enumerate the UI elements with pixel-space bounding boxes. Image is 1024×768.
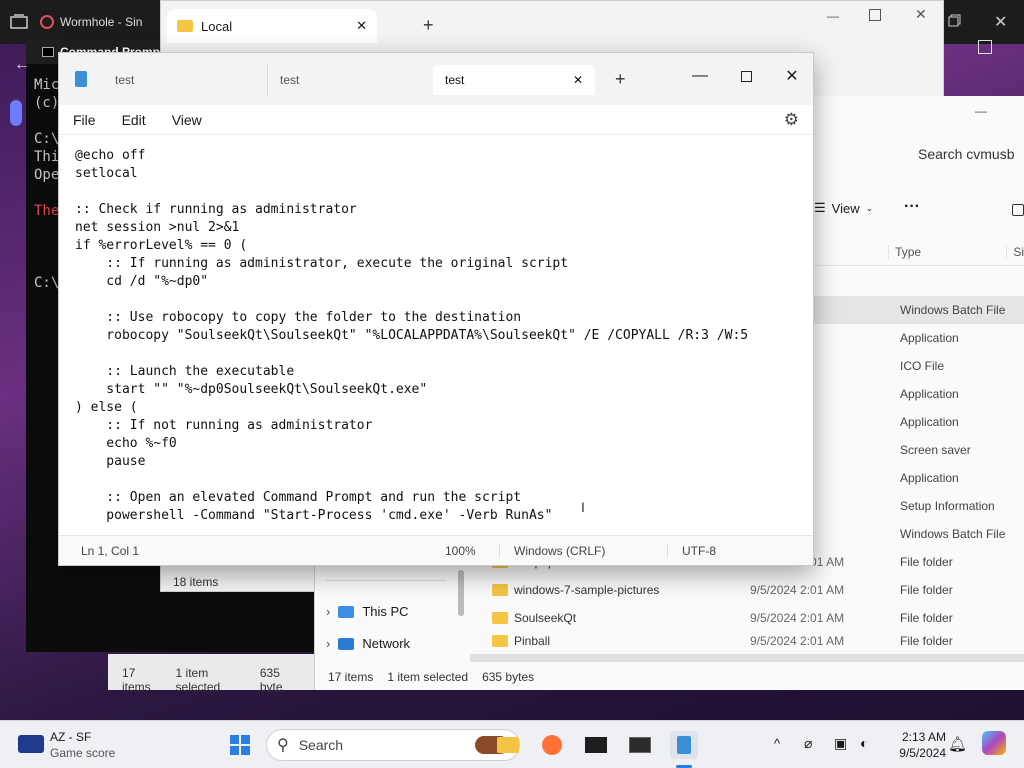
maximize-button[interactable]	[723, 61, 769, 91]
notepad-taskbar-icon[interactable]	[670, 731, 698, 759]
command-prompt-icon[interactable]	[582, 731, 610, 759]
new-tab-icon[interactable]: +	[615, 69, 626, 90]
status-line-ending[interactable]: Windows (CRLF)	[514, 544, 605, 558]
firefox-icon[interactable]	[538, 731, 566, 759]
chevron-up-icon[interactable]: ^	[774, 736, 780, 751]
computer-icon	[338, 605, 355, 618]
status-zoom[interactable]: 100%	[445, 544, 476, 558]
folder-row[interactable]: Pinball 9/5/2024 2:01 AM File folder	[470, 632, 1024, 650]
close-tab-icon[interactable]: ✕	[573, 73, 583, 87]
copilot-icon[interactable]	[982, 731, 1006, 755]
taskbar: AZ - SF Game score ⚲ Search ^ ⌀ ▣ ◐ 2:13…	[0, 720, 1024, 768]
widgets-button[interactable]: AZ - SF Game score	[50, 729, 115, 761]
clock[interactable]: 2:13 AM 9/5/2024	[886, 729, 946, 761]
horizontal-scrollbar[interactable]	[470, 654, 1024, 662]
view-icon: ☰	[814, 200, 826, 215]
volume-icon[interactable]: ◐	[860, 735, 868, 751]
bell-icon[interactable]: 🔔︎	[948, 735, 967, 753]
menu-view[interactable]: View	[172, 112, 202, 128]
tab-local[interactable]: Local ✕	[167, 9, 377, 43]
restore-icon[interactable]	[948, 14, 962, 28]
minimize-icon[interactable]: —	[827, 9, 839, 23]
mlb-icon	[18, 735, 44, 753]
nav-item-network[interactable]: › Network	[326, 636, 410, 651]
notepad-icon	[75, 71, 87, 87]
maximize-icon[interactable]	[978, 40, 992, 54]
status-item-count: 18 items	[173, 575, 219, 589]
task-view-icon[interactable]	[10, 14, 28, 30]
chevron-right-icon: ›	[326, 636, 331, 651]
notepad-editor[interactable]: @echo off setlocal :: Check if running a…	[59, 135, 813, 535]
minimize-button[interactable]: —	[677, 61, 723, 91]
notepad-menu-bar: File Edit View ⚙	[59, 105, 813, 135]
minimize-icon[interactable]: —	[975, 104, 987, 118]
tab-test-2[interactable]: test	[267, 65, 427, 95]
maximize-icon	[740, 70, 752, 82]
file-explorer-icon[interactable]	[494, 731, 522, 759]
close-tab-icon[interactable]: ✕	[356, 18, 367, 34]
select-checkbox[interactable]	[1012, 204, 1024, 216]
menu-file[interactable]: File	[73, 112, 96, 128]
chevron-down-icon: ⌄	[865, 202, 874, 213]
new-tab-icon[interactable]: +	[423, 15, 434, 36]
maximize-icon[interactable]	[869, 9, 881, 21]
nav-divider	[326, 580, 446, 581]
chevron-right-icon: ›	[326, 604, 331, 619]
column-type[interactable]: Type	[888, 244, 1006, 259]
folder-icon	[492, 612, 508, 624]
status-encoding[interactable]: UTF-8	[682, 544, 716, 558]
close-icon[interactable]: ✕	[915, 6, 927, 23]
search-icon: ⚲	[277, 737, 289, 754]
folder-icon	[492, 635, 508, 647]
tab-test-1[interactable]: test	[103, 65, 263, 95]
text-cursor-icon: I	[581, 499, 585, 515]
folder-icon	[492, 584, 508, 596]
folder-icon	[177, 20, 193, 32]
display-icon[interactable]: ▣	[834, 735, 847, 752]
network-status-icon[interactable]: ⌀	[804, 735, 812, 752]
status-position: Ln 1, Col 1	[81, 544, 140, 558]
explorer-status-bar: 17 items 1 item selected 635 bytes	[328, 670, 535, 684]
view-button[interactable]: ☰ View ⌄	[814, 200, 873, 216]
tab-test-3[interactable]: test ✕	[433, 65, 595, 95]
folder-row[interactable]: SoulseekQt 9/5/2024 2:01 AM File folder	[470, 604, 1024, 632]
search-box[interactable]: Search cvmusb	[918, 146, 1024, 162]
wormhole-icon	[40, 15, 54, 29]
notepad-status-bar: Ln 1, Col 1 100% Windows (CRLF) UTF-8	[59, 535, 813, 565]
more-options-icon[interactable]: ···	[904, 198, 920, 216]
sidebar-accent	[10, 100, 22, 126]
terminal-icon[interactable]	[626, 731, 654, 759]
back-arrow-icon[interactable]: ←	[14, 56, 30, 74]
taskbar-search[interactable]: ⚲ Search	[266, 729, 520, 761]
close-icon[interactable]: ✕	[994, 12, 1007, 32]
close-button[interactable]: ✕	[769, 61, 815, 91]
explorer-status-bar-back: 17 items 1 item selected 635 byte	[108, 654, 314, 694]
notepad-tab-bar[interactable]: test test test ✕ + — ✕	[59, 53, 813, 105]
nav-item-this-pc[interactable]: › This PC	[326, 604, 409, 619]
gear-icon[interactable]: ⚙	[784, 110, 799, 130]
notepad-window[interactable]: test test test ✕ + — ✕ File Edit View ⚙ …	[58, 52, 814, 566]
network-icon	[338, 637, 355, 650]
column-size[interactable]: Si	[1006, 244, 1024, 259]
cmd-icon	[42, 47, 54, 57]
start-icon[interactable]	[226, 731, 254, 759]
nav-scrollbar[interactable]	[458, 570, 464, 616]
folder-row[interactable]: windows-7-sample-pictures 9/5/2024 2:01 A…	[470, 576, 1024, 604]
menu-edit[interactable]: Edit	[122, 112, 146, 128]
